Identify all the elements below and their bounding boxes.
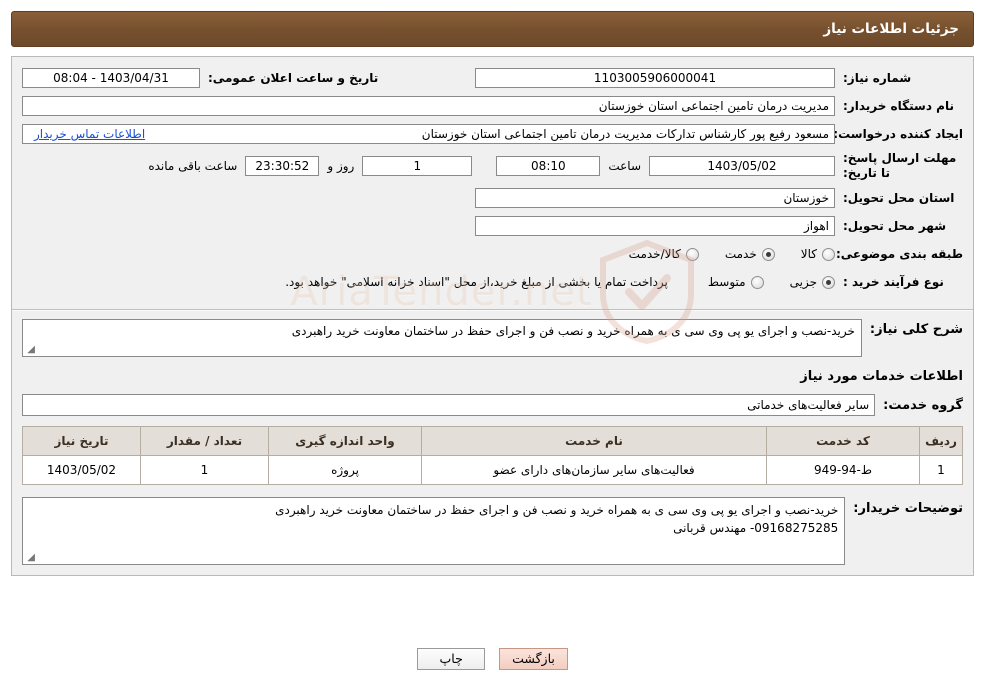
resize-grip-icon[interactable]: ◢ [25, 553, 35, 563]
need-number-value: 1103005906000041 [475, 68, 835, 88]
description-label: شرح کلی نیاز: [869, 322, 963, 337]
radio-icon[interactable] [685, 247, 699, 261]
th-date: تاریخ نیاز [22, 426, 141, 456]
summary-section: شماره نیاز: 1103005906000041 تاریخ و ساع… [12, 57, 973, 305]
service-group-value: سایر فعالیت‌های خدماتی [22, 394, 876, 416]
row-need-number: شماره نیاز: 1103005906000041 تاریخ و ساع… [22, 67, 963, 89]
th-quantity: تعداد / مقدار [140, 426, 269, 456]
process-note: پرداخت تمام یا بخشی از مبلغ خرید،از محل … [285, 275, 668, 289]
print-button[interactable]: چاپ [417, 648, 486, 670]
hour-label: ساعت [608, 159, 641, 173]
row-deadline: مهلت ارسال پاسخ: تا تاریخ: 1403/05/02 سا… [22, 151, 963, 181]
radio-icon[interactable] [822, 247, 835, 261]
service-group-label: گروه خدمت: [883, 397, 963, 413]
deadline-label: مهلت ارسال پاسخ: تا تاریخ: [843, 151, 957, 180]
radio-icon[interactable] [750, 275, 764, 289]
city-label: شهر محل تحویل: [843, 219, 947, 233]
description-text: خرید-نصب و اجرای یو پی وی سی ی به همراه … [291, 324, 855, 338]
row-city: شهر محل تحویل: اهواز [22, 215, 963, 237]
province-label: استان محل تحویل: [843, 191, 955, 205]
radio-icon[interactable] [761, 247, 775, 261]
category-option-label: خدمت [724, 247, 757, 261]
category-option-label: کالا/خدمت [628, 247, 681, 261]
th-unit: واحد اندازه گیری [268, 426, 422, 456]
table-row: 1 ط-94-949 فعالیت‌های سایر سازمان‌های دا… [22, 455, 963, 485]
row-province: استان محل تحویل: خوزستان [22, 187, 963, 209]
remaining-label: ساعت باقی مانده [148, 159, 238, 173]
th-code: کد خدمت [766, 426, 920, 456]
process-option-label: متوسط [707, 275, 746, 289]
cell-code: ط-94-949 [766, 455, 920, 485]
details-section: شرح کلی نیاز: خرید-نصب و اجرای یو پی وی … [12, 311, 973, 575]
services-heading: اطلاعات خدمات مورد نیاز [800, 369, 963, 384]
requester-label: ایجاد کننده درخواست: [833, 127, 963, 141]
need-number-label: شماره نیاز: [843, 71, 912, 85]
footer-actions: بازگشت چاپ [0, 648, 985, 670]
row-service-group: گروه خدمت: سایر فعالیت‌های خدماتی [22, 394, 963, 416]
row-requester: ایجاد کننده درخواست: مسعود رفیع پور کارش… [22, 123, 963, 145]
category-option-label: کالا [800, 247, 817, 261]
deadline-time-value: 08:10 [496, 156, 601, 176]
row-buyer-notes: توضیحات خریدار: خرید-نصب و اجرای یو پی و… [22, 497, 963, 565]
services-table: ردیف کد خدمت نام خدمت واحد اندازه گیری ت… [22, 426, 963, 485]
countdown-value: 23:30:52 [245, 156, 320, 176]
process-option-jozii[interactable]: جزیی [790, 275, 835, 289]
deadline-date-value: 1403/05/02 [649, 156, 835, 176]
buyer-org-value: مدیریت درمان تامین اجتماعی استان خوزستان [22, 96, 835, 116]
cell-index: 1 [919, 455, 963, 485]
back-button[interactable]: بازگشت [499, 648, 568, 670]
buyer-org-label: نام دستگاه خریدار: [843, 99, 954, 113]
category-option-khedmat[interactable]: خدمت [725, 247, 775, 261]
process-option-label: جزیی [789, 275, 817, 289]
process-option-motevaset[interactable]: متوسط [708, 275, 764, 289]
category-radio-group: کالا خدمت کالا/خدمت [603, 247, 835, 261]
need-details-panel: شماره نیاز: 1103005906000041 تاریخ و ساع… [11, 56, 974, 576]
th-index: ردیف [919, 426, 963, 456]
category-option-kala-khedmat[interactable]: کالا/خدمت [629, 247, 699, 261]
description-value: خرید-نصب و اجرای یو پی وی سی ی به همراه … [22, 319, 862, 357]
remaining-days-value: 1 [362, 156, 473, 176]
buyer-contact-link[interactable]: اطلاعات تماس خریدار [34, 127, 145, 141]
page-header: جزئیات اطلاعات نیاز [11, 11, 974, 47]
public-announce-value: 1403/04/31 - 08:04 [22, 68, 200, 88]
buyer-notes-label: توضیحات خریدار: [853, 501, 963, 516]
public-announce-label: تاریخ و ساعت اعلان عمومی: [208, 71, 379, 85]
buyer-notes-value: خرید-نصب و اجرای یو پی وی سی ی به همراه … [22, 497, 846, 565]
row-category: طبقه بندی موضوعی: کالا خدمت کالا/خدمت [22, 243, 963, 265]
row-process-type: نوع فرآیند خرید : جزیی متوسط پرداخت تمام… [22, 271, 963, 293]
row-description: شرح کلی نیاز: خرید-نصب و اجرای یو پی وی … [22, 319, 963, 357]
cell-unit: پروژه [268, 455, 422, 485]
category-option-kala[interactable]: کالا [801, 247, 835, 261]
process-type-label: نوع فرآیند خرید : [843, 275, 944, 289]
buyer-notes-text: خرید-نصب و اجرای یو پی وی سی ی به همراه … [275, 503, 839, 535]
th-name: نام خدمت [421, 426, 767, 456]
city-value: اهواز [475, 216, 835, 236]
cell-date: 1403/05/02 [22, 455, 141, 485]
row-buyer-org: نام دستگاه خریدار: مدیریت درمان تامین اج… [22, 95, 963, 117]
cell-quantity: 1 [140, 455, 269, 485]
process-radio-group: جزیی متوسط [682, 275, 835, 289]
table-header-row: ردیف کد خدمت نام خدمت واحد اندازه گیری ت… [22, 426, 963, 456]
category-label: طبقه بندی موضوعی: [835, 247, 963, 261]
province-value: خوزستان [475, 188, 835, 208]
radio-icon[interactable] [822, 275, 835, 289]
resize-grip-icon[interactable]: ◢ [25, 345, 35, 355]
page-title: جزئیات اطلاعات نیاز [823, 21, 959, 37]
cell-name: فعالیت‌های سایر سازمان‌های دارای عضو [421, 455, 767, 485]
days-label: روز و [327, 159, 355, 173]
